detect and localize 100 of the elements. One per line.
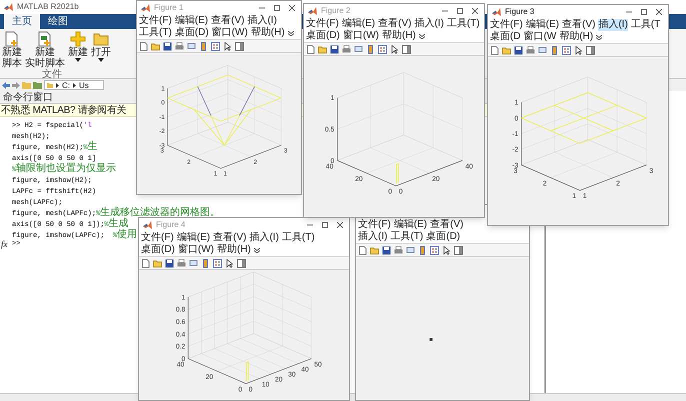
property-panel-icon[interactable] [237,258,246,268]
more-menu-icon[interactable] [418,34,425,38]
menu-item[interactable]: 窗口(W) [178,244,214,256]
menu-item[interactable]: 插入(I) [249,232,279,244]
ribbon-button[interactable]: 打开 [91,31,111,62]
print-icon[interactable] [526,46,535,54]
property-panel-icon[interactable] [454,246,463,254]
legend-icon[interactable] [213,258,222,268]
browse-folder-icon[interactable] [33,81,42,89]
function-browser-button[interactable]: fx [1,239,11,250]
menu-item[interactable]: 桌面(D [490,31,521,43]
print-icon[interactable] [342,44,351,54]
property-panel-icon[interactable] [402,44,411,54]
ribbon-button[interactable]: 新建 [68,31,88,62]
print-icon[interactable] [394,246,403,254]
menu-item[interactable]: 文件(F) [139,15,172,27]
print-icon[interactable] [177,258,186,268]
close-button[interactable] [289,5,295,11]
save-icon[interactable] [514,46,523,54]
maximize-button[interactable] [457,8,463,14]
link-plot-icon[interactable] [187,42,196,50]
maximize-button[interactable] [641,9,647,15]
menu-item[interactable]: 文件(F) [306,18,339,30]
save-icon[interactable] [165,258,174,268]
maximize-button[interactable] [274,5,280,11]
pointer-icon[interactable] [390,44,399,54]
menu-item[interactable]: 工具(T [630,19,660,31]
more-menu-icon[interactable] [288,30,294,36]
minimize-button[interactable] [307,222,313,228]
ribbon-button[interactable]: 新建 实时脚本 [25,31,65,69]
menu-item[interactable]: 帮助(H) [559,31,594,43]
save-icon[interactable] [330,44,339,54]
property-panel-icon[interactable] [586,46,595,54]
menu-item[interactable]: 编辑(E) [526,19,560,31]
legend-icon[interactable] [378,44,387,54]
menu-item[interactable]: 编辑(E) [176,232,210,244]
menu-item[interactable]: 桌面(D) [141,244,175,256]
menu-item[interactable]: 帮助(H) [217,244,251,256]
menu-item[interactable]: 插入(I) [598,19,628,31]
ribbon-tab[interactable]: 主页 [4,14,40,29]
more-menu-icon[interactable] [254,248,260,252]
menu-item[interactable]: 编辑(E) [342,18,376,30]
menu-item[interactable]: 工具(T) [446,18,480,30]
legend-icon[interactable] [430,246,439,254]
menu-item[interactable]: 查看(V) [562,19,596,31]
maximize-button[interactable] [322,222,328,228]
path-segment[interactable]: C: [62,80,70,90]
link-plot-icon[interactable] [406,246,415,254]
colorbar-icon[interactable] [550,46,559,54]
link-plot-icon[interactable] [189,258,198,268]
menu-item[interactable]: 文件(F) [141,232,174,244]
minimize-button[interactable] [259,5,265,11]
print-icon[interactable] [175,42,184,50]
forward-arrow-icon[interactable] [12,82,20,88]
menu-item[interactable]: 工具(T) [390,231,424,243]
menu-item[interactable]: 桌面(D) [306,30,340,42]
path-segment[interactable]: Us [79,80,89,90]
minimize-button[interactable] [442,8,448,14]
colorbar-icon[interactable] [199,42,208,50]
colorbar-icon[interactable] [418,246,427,254]
menu-item[interactable]: 查看(V) [430,219,464,231]
menu-item[interactable]: 文件(F) [358,219,391,231]
menu-item[interactable]: 桌面(D) [174,27,209,39]
menu-item[interactable]: 查看(V) [213,232,246,244]
menu-item[interactable]: 工具(T) [282,232,315,244]
ribbon-button[interactable]: 新建 脚本 [2,31,22,69]
save-icon[interactable] [382,246,391,254]
menu-item[interactable]: 工具(T) [139,27,172,39]
pointer-icon[interactable] [442,246,451,254]
pointer-icon[interactable] [225,258,234,268]
link-plot-icon[interactable] [538,46,547,54]
close-button[interactable] [656,9,662,15]
ribbon-tab[interactable]: 绘图 [40,14,76,29]
property-panel-icon[interactable] [235,42,244,50]
save-icon[interactable] [163,42,172,50]
more-menu-icon[interactable] [596,34,602,40]
minimize-button[interactable] [626,9,632,15]
menu-item[interactable]: 文件(F) [490,19,523,31]
close-button[interactable] [337,222,343,228]
menu-item[interactable]: 桌面(D) [426,231,460,243]
address-field[interactable]: C: Us [44,80,104,90]
menu-item[interactable]: 查看(V) [211,15,244,27]
menu-item[interactable]: 查看(V) [378,18,412,30]
legend-icon[interactable] [211,42,220,50]
menu-item[interactable]: 窗口(W) [212,27,248,39]
menu-item[interactable]: 窗口(W [524,31,556,43]
menu-item[interactable]: 帮助(H) [382,30,416,42]
menu-item[interactable]: 插入(I) [414,18,444,30]
menu-item[interactable]: 编辑(E) [174,15,208,27]
back-arrow-icon[interactable] [2,82,10,88]
pointer-icon[interactable] [223,42,232,50]
colorbar-icon[interactable] [366,44,375,54]
legend-icon[interactable] [562,46,571,54]
menu-item[interactable]: 窗口(W) [342,30,379,42]
menu-item[interactable]: 插入(I) [358,231,388,243]
link-plot-icon[interactable] [354,44,363,54]
menu-item[interactable]: 插入(I) [247,15,277,27]
menu-item[interactable]: 帮助(H) [250,27,285,39]
colorbar-icon[interactable] [201,258,210,268]
pointer-icon[interactable] [574,46,583,54]
